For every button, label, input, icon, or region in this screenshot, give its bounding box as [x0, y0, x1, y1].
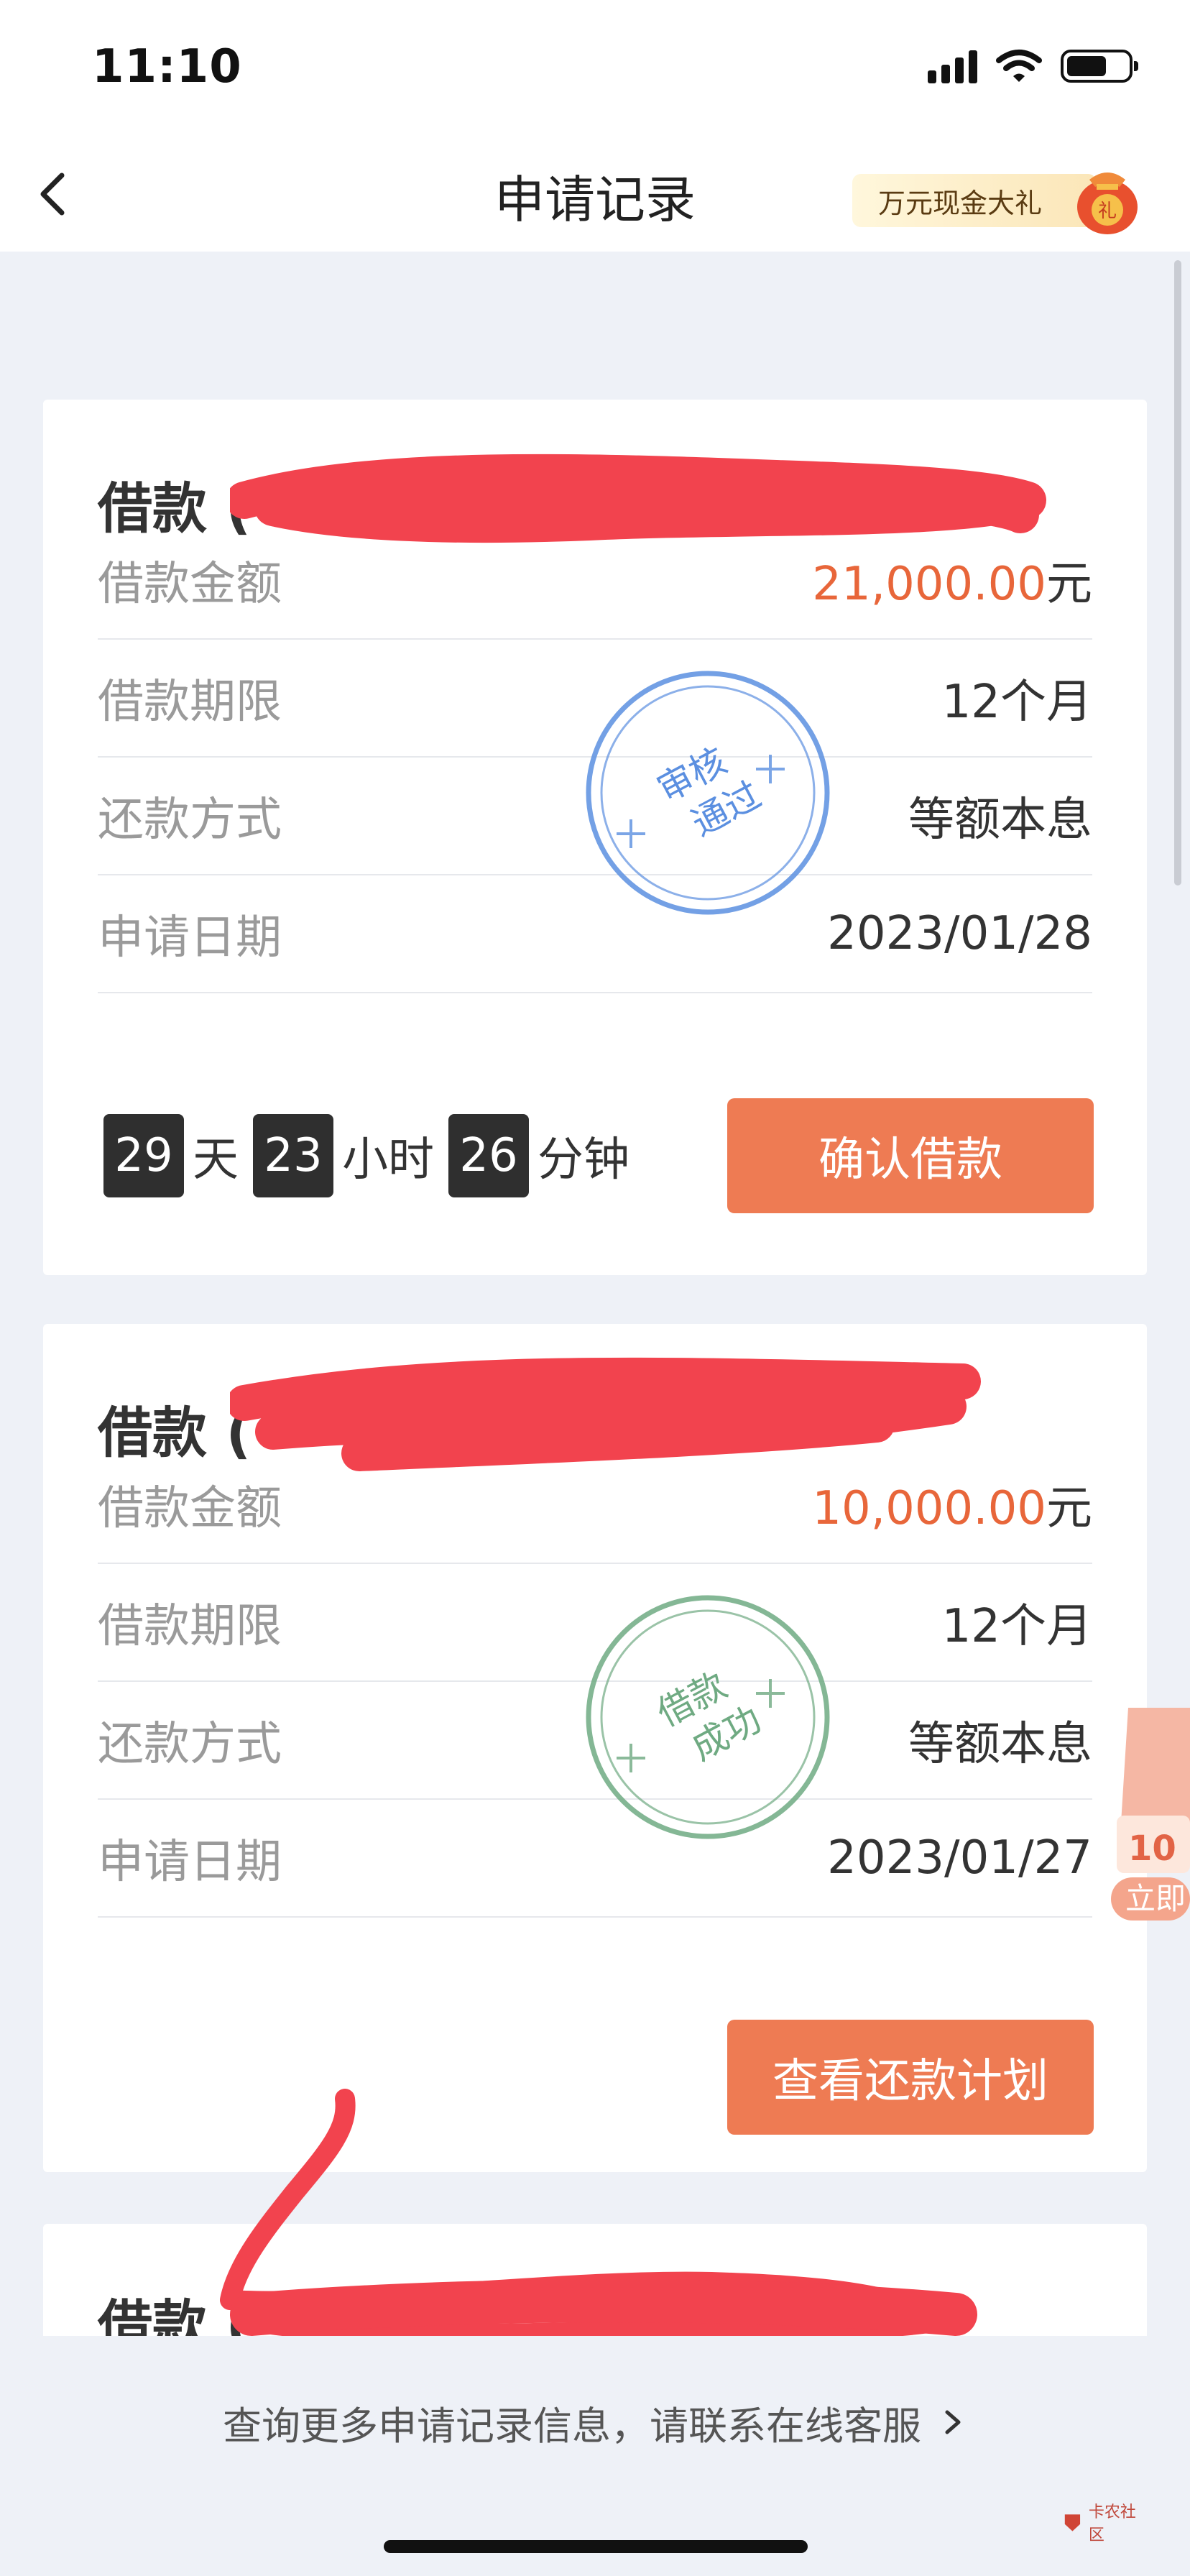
gift-bag-glyph: 礼 [1098, 201, 1117, 222]
row-value: 2023/01/27 [827, 1831, 1092, 1885]
contact-support-link[interactable]: 查询更多申请记录信息，请联系在线客服 [0, 2336, 1190, 2508]
approved-stamp-icon: 审核 通过 [586, 671, 830, 915]
badge-line-2: 立即 [1125, 1881, 1186, 1916]
wifi-icon [996, 50, 1042, 82]
row-value: 21,000.00元 [812, 547, 1092, 613]
promo-banner[interactable]: 万元现金大礼 礼 [852, 158, 1161, 237]
row-label: 借款金额 [98, 1482, 282, 1535]
gift-bag-icon: 礼 [1077, 172, 1138, 234]
home-indicator [384, 2540, 808, 2553]
status-icons [928, 49, 1138, 83]
floating-gift-badge[interactable]: 10 立即 [1107, 1708, 1190, 1938]
row-label: 借款金额 [98, 558, 282, 611]
countdown-days-unit: 天 [193, 1133, 239, 1187]
chevron-right-icon [945, 2410, 961, 2434]
row-label: 还款方式 [98, 794, 282, 847]
countdown-minutes-unit: 分钟 [538, 1133, 629, 1187]
row-label: 申请日期 [98, 1836, 282, 1889]
nav-bar: 申请记录 万元现金大礼 礼 [0, 137, 1190, 252]
promo-label: 万元现金大礼 [878, 187, 1043, 219]
row-value: 等额本息 [908, 1718, 1092, 1771]
row-loan-amount: 借款金额 10,000.00元 [98, 1446, 1092, 1564]
row-value: 2023/01/28 [827, 907, 1092, 960]
row-label: 借款期限 [98, 676, 282, 729]
countdown-timer: 29 天 23 小时 26 分钟 [103, 1114, 635, 1197]
treasure-box-icon: 10 立即 [1111, 1708, 1190, 1920]
row-value: 10,000.00元 [812, 1471, 1092, 1537]
battery-icon [1061, 50, 1138, 83]
loan-record-card: 借款 ( 借款金额 10,000.00元 借款期限 12个月 还款方式 等额本息… [43, 1324, 1147, 2172]
status-time: 11:10 [92, 40, 242, 93]
countdown-days: 29 [103, 1114, 184, 1197]
watermark: 卡农社区 [1061, 2503, 1150, 2544]
status-bar: 11:10 [0, 0, 1190, 137]
badge-line-1: 10 [1128, 1828, 1176, 1869]
countdown-minutes: 26 [448, 1114, 529, 1197]
scrollbar[interactable] [1174, 260, 1181, 886]
countdown-hours-unit: 小时 [342, 1133, 434, 1187]
row-label: 还款方式 [98, 1718, 282, 1771]
redaction-scribble [220, 2089, 977, 2344]
countdown-hours: 23 [253, 1114, 333, 1197]
confirm-loan-button[interactable]: 确认借款 [727, 1098, 1094, 1213]
cellular-signal-icon [928, 49, 977, 83]
row-label: 申请日期 [98, 911, 282, 965]
loan-amount-value: 21,000.00 [812, 558, 1046, 611]
row-value: 等额本息 [908, 794, 1092, 847]
loan-record-card: 借款 ( 借款金额 21,000.00元 借款期限 12个月 还款方式 等额本息… [43, 400, 1147, 1275]
amount-unit: 元 [1046, 558, 1092, 611]
loan-success-stamp-icon: 借款 成功 [586, 1595, 830, 1839]
row-value: 12个月 [941, 676, 1092, 729]
footer-text: 查询更多申请记录信息，请联系在线客服 [223, 2403, 921, 2449]
row-label: 借款期限 [98, 1600, 282, 1653]
row-loan-amount: 借款金额 21,000.00元 [98, 522, 1092, 640]
watermark-logo-icon [1064, 2514, 1081, 2531]
loan-amount-value: 10,000.00 [812, 1482, 1046, 1535]
promo-pill: 万元现金大礼 [852, 174, 1097, 227]
amount-unit: 元 [1046, 1482, 1092, 1535]
watermark-text: 卡农社区 [1088, 2503, 1136, 2544]
row-value: 12个月 [941, 1600, 1092, 1653]
